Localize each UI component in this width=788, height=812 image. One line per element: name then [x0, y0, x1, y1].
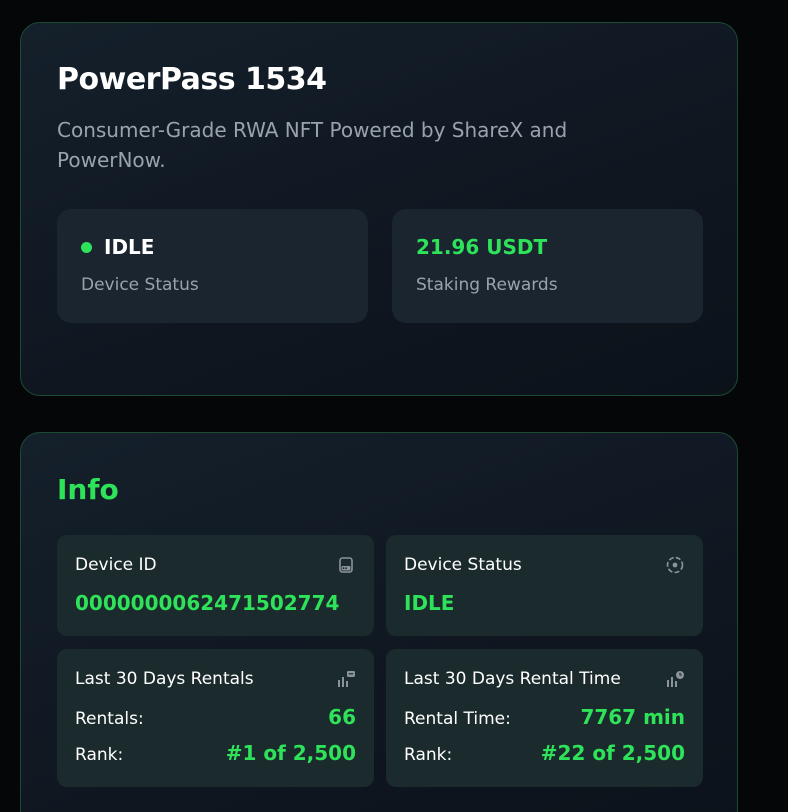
device-status-tile: Device Status IDLE — [386, 535, 703, 636]
rental-time-rank-row: Rank: #22 of 2,500 — [404, 741, 685, 765]
page: PowerPass 1534 Consumer-Grade RWA NFT Po… — [0, 0, 788, 812]
rentals-count-value: 66 — [328, 705, 356, 729]
rentals-chart-icon — [338, 671, 355, 687]
device-status-tile-value: IDLE — [404, 591, 455, 615]
status-indicator-dot — [81, 242, 92, 253]
powerpass-card: PowerPass 1534 Consumer-Grade RWA NFT Po… — [20, 22, 738, 396]
rentals-rank-row: Rank: #1 of 2,500 — [75, 741, 356, 765]
device-icon — [339, 557, 353, 573]
device-status-label: Device Status — [81, 275, 199, 295]
rentals-count-key: Rentals: — [75, 709, 144, 729]
rental-time-label: Last 30 Days Rental Time — [404, 669, 621, 689]
device-id-label: Device ID — [75, 555, 157, 575]
status-icon — [666, 556, 684, 574]
device-id-tile: Device ID 0000000062471502774 — [57, 535, 374, 636]
rental-time-value: 7767 min — [580, 705, 685, 729]
rentals-rank-key: Rank: — [75, 745, 124, 765]
rental-time-row: Rental Time: 7767 min — [404, 705, 685, 729]
info-card: Info Device ID 0000000062471502774 Devic… — [20, 432, 738, 812]
rentals-tile: Last 30 Days Rentals Rentals: 66 Rank: #… — [57, 649, 374, 787]
info-heading: Info — [57, 473, 119, 506]
rental-time-rank-value: #22 of 2,500 — [540, 741, 685, 765]
staking-rewards-value: 21.96 USDT — [416, 235, 548, 259]
page-title: PowerPass 1534 — [57, 62, 327, 97]
staking-rewards-summary: 21.96 USDT Staking Rewards — [392, 209, 703, 323]
rental-time-rank-key: Rank: — [404, 745, 453, 765]
page-subtitle: Consumer-Grade RWA NFT Powered by ShareX… — [57, 118, 568, 172]
rentals-rank-value: #1 of 2,500 — [225, 741, 356, 765]
device-status-tile-label: Device Status — [404, 555, 522, 575]
rentals-count-row: Rentals: 66 — [75, 705, 356, 729]
rental-time-chart-icon — [667, 671, 684, 687]
device-id-value: 0000000062471502774 — [75, 591, 340, 615]
device-status-value: IDLE — [104, 235, 155, 259]
device-status-summary: IDLE Device Status — [57, 209, 368, 323]
staking-rewards-label: Staking Rewards — [416, 275, 558, 295]
rental-time-tile: Last 30 Days Rental Time Rental Time: 77… — [386, 649, 703, 787]
rental-time-key: Rental Time: — [404, 709, 511, 729]
rentals-label: Last 30 Days Rentals — [75, 669, 254, 689]
